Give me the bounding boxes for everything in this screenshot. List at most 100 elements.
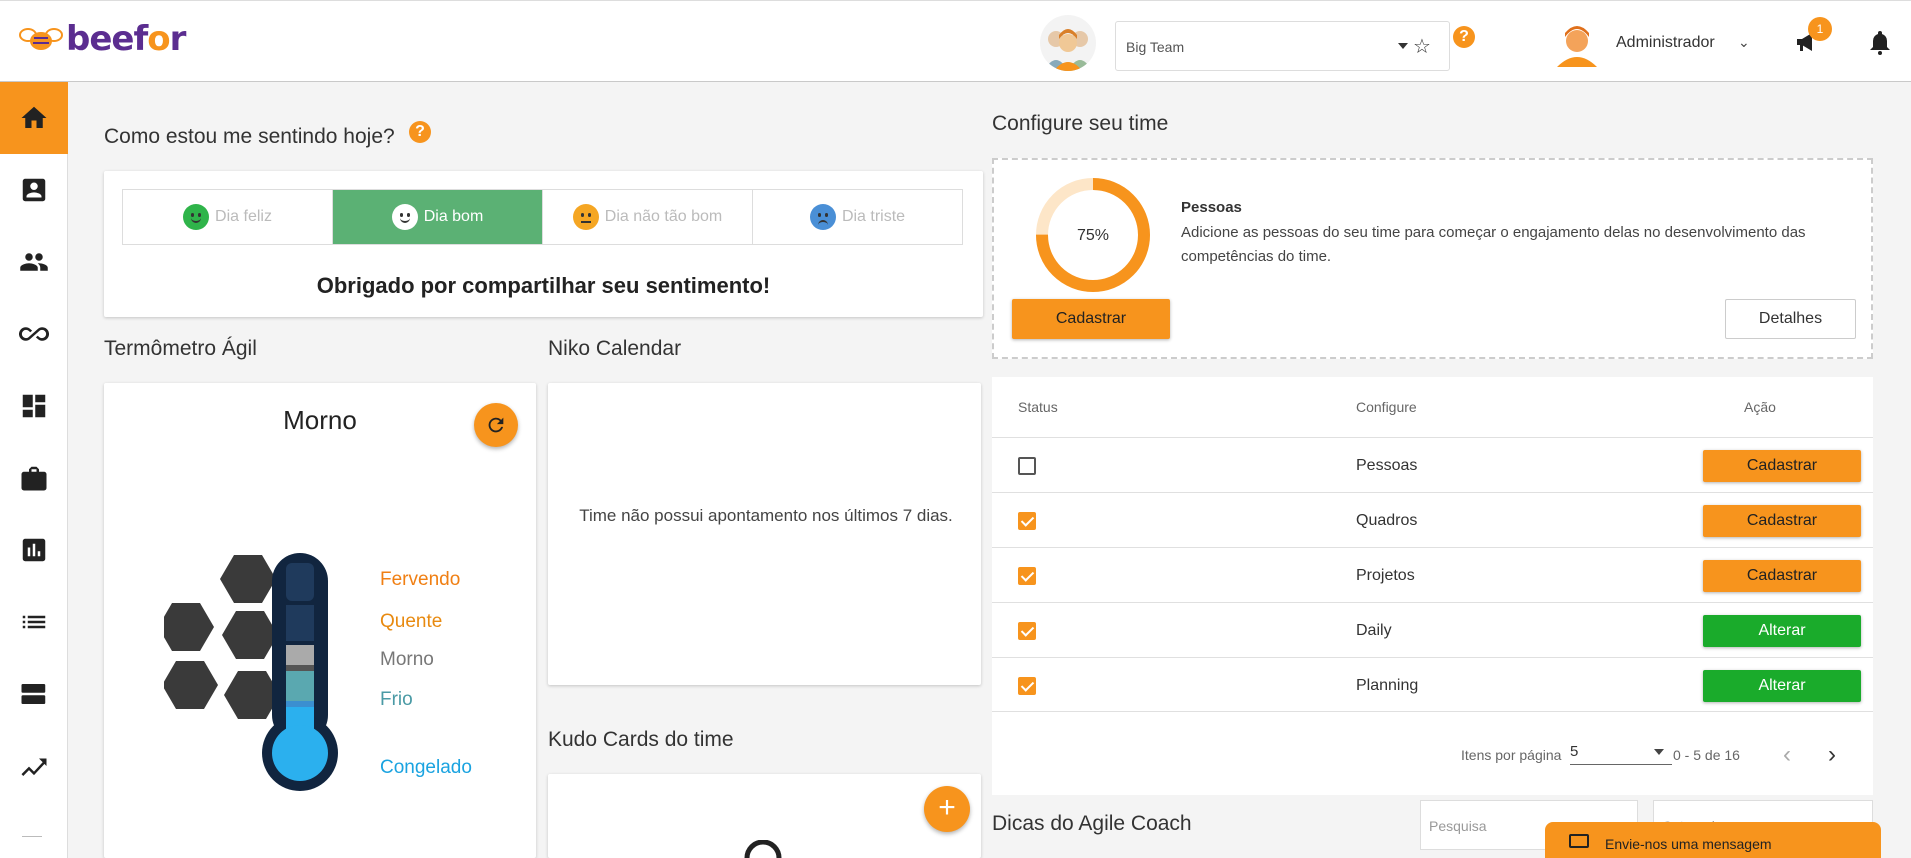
sidebar-item-list[interactable] — [0, 586, 68, 658]
status-checkbox[interactable] — [1018, 622, 1036, 640]
beefor-logo[interactable]: beefor — [18, 19, 186, 59]
sidebar-item-people[interactable] — [0, 226, 68, 298]
bee-icon — [19, 28, 63, 50]
mood-thanks-message: Obrigado por compartilhar seu sentimento… — [316, 273, 771, 298]
user-avatar[interactable] — [1555, 19, 1599, 67]
chat-label: Envie-nos uma mensagem — [1605, 836, 1772, 852]
next-page-icon[interactable]: › — [1828, 741, 1836, 769]
notification-badge: 1 — [1808, 17, 1832, 41]
thermometer-graphic — [164, 553, 338, 791]
brand-wordmark: beefor — [66, 19, 186, 59]
sidebar-item-trends[interactable] — [0, 730, 68, 802]
team-select-value: Big Team — [1126, 39, 1185, 55]
home-icon — [21, 106, 47, 128]
row-name: Projetos — [1356, 567, 1415, 584]
row-name: Pessoas — [1356, 457, 1418, 474]
items-per-page-value: 5 — [1570, 743, 1579, 760]
tips-title: Dicas do Agile Coach — [992, 812, 1192, 835]
mood-tab-good[interactable]: Dia bom — [333, 190, 543, 244]
row-action-button[interactable]: Cadastrar — [1703, 505, 1861, 537]
row-name: Quadros — [1356, 512, 1418, 529]
sidebar — [0, 82, 68, 858]
help-icon[interactable]: ? — [1453, 26, 1475, 48]
sidebar-item-projects[interactable] — [0, 442, 68, 514]
sidebar-item-reports[interactable] — [0, 514, 68, 586]
level-congelado: Congelado — [380, 757, 472, 778]
page-range: 0 - 5 de 16 — [1673, 747, 1740, 763]
previous-page-icon[interactable]: ‹ — [1783, 741, 1791, 769]
mood-tabs: Dia feliz Dia bom Dia não tão bom Dia tr… — [122, 189, 963, 245]
level-quente: Quente — [380, 611, 443, 632]
sad-face-icon — [809, 204, 836, 230]
row-action-button[interactable]: Alterar — [1703, 670, 1861, 702]
mood-tab-label: Dia bom — [423, 208, 484, 225]
table-row: Pessoas Cadastrar — [992, 437, 1873, 492]
user-name[interactable]: Administrador — [1616, 34, 1715, 52]
configure-box: 75% Pessoas Adicione as pessoas do seu t… — [992, 158, 1873, 359]
list-icon — [22, 615, 46, 629]
status-checkbox[interactable] — [1018, 567, 1036, 585]
briefcase-icon — [21, 466, 47, 491]
chevron-down-icon[interactable]: ⌄ — [1738, 34, 1750, 51]
cadastrar-button[interactable]: Cadastrar — [1012, 299, 1170, 339]
column-header: Ação — [1744, 399, 1776, 415]
thermometer-current: Morno — [283, 405, 357, 435]
sidebar-item-agenda[interactable] — [0, 658, 68, 730]
kudo-empty-graphic — [744, 840, 782, 858]
items-per-page-select[interactable]: 5 — [1570, 743, 1672, 765]
team-select[interactable]: Big Team ☆ — [1115, 21, 1450, 71]
table-row: Projetos Cadastrar — [992, 547, 1873, 602]
add-kudo-button[interactable]: + — [924, 786, 970, 832]
mood-card: Dia feliz Dia bom Dia não tão bom Dia tr… — [104, 171, 983, 317]
row-action-button[interactable]: Cadastrar — [1703, 450, 1861, 482]
sidebar-item-cycle[interactable] — [0, 298, 68, 370]
row-name: Daily — [1356, 622, 1392, 639]
status-checkbox[interactable] — [1018, 457, 1036, 475]
row-action-button[interactable]: Cadastrar — [1703, 560, 1861, 592]
chevron-down-icon[interactable] — [1398, 43, 1408, 49]
row-action-button[interactable]: Alterar — [1703, 615, 1861, 647]
kudo-card: + — [548, 774, 981, 858]
thermometer-card: Morno Fervendo Quente Morno Frio Congela… — [104, 383, 536, 858]
level-fervendo: Fervendo — [380, 569, 461, 590]
mood-tab-not-so-good[interactable]: Dia não tão bom — [543, 190, 753, 244]
top-bar: beefor Big Team ☆ ? Administrador ⌄ 1 — [0, 0, 1911, 82]
refresh-icon — [488, 417, 504, 433]
people-icon — [20, 253, 48, 271]
mood-tab-sad[interactable]: Dia triste — [753, 190, 962, 244]
envelope-icon — [1569, 834, 1589, 848]
help-icon[interactable]: ? — [409, 121, 431, 143]
view-agenda-icon — [21, 684, 46, 704]
table-row: Planning Alterar — [992, 657, 1873, 712]
bar-chart-icon — [22, 538, 46, 562]
mood-tab-label: Dia feliz — [215, 208, 272, 225]
configure-title: Configure seu time — [992, 112, 1169, 135]
column-header: Configure — [1356, 399, 1417, 415]
sidebar-item-dashboard[interactable] — [0, 370, 68, 442]
kudo-title: Kudo Cards do time — [548, 728, 734, 751]
status-checkbox[interactable] — [1018, 512, 1036, 530]
smile-face-icon — [391, 204, 418, 230]
happy-face-icon — [183, 204, 210, 230]
mood-tab-happy[interactable]: Dia feliz — [123, 190, 333, 244]
mood-title: Como estou me sentindo hoje? — [104, 125, 395, 148]
infinity-icon — [19, 327, 49, 341]
chat-widget[interactable]: Envie-nos uma mensagem — [1545, 822, 1881, 858]
sidebar-item-profile[interactable] — [0, 154, 68, 226]
bell-icon[interactable] — [1868, 29, 1892, 55]
team-avatar — [1040, 15, 1096, 71]
pessoas-title: Pessoas — [1181, 199, 1242, 216]
table-row: Daily Alterar — [992, 602, 1873, 657]
sidebar-item-home[interactable] — [0, 82, 68, 154]
level-frio: Frio — [380, 689, 413, 710]
level-morno: Morno — [380, 649, 434, 670]
table-row: Quadros Cadastrar — [992, 492, 1873, 547]
star-icon[interactable]: ☆ — [1413, 34, 1431, 59]
refresh-button[interactable] — [474, 403, 518, 447]
sidebar-divider — [22, 836, 42, 837]
status-checkbox[interactable] — [1018, 677, 1036, 695]
detalhes-button[interactable]: Detalhes — [1725, 299, 1856, 339]
mood-tab-label: Dia não tão bom — [604, 208, 723, 225]
trending-icon — [21, 758, 47, 776]
niko-message: Time não possui apontamento nos últimos … — [579, 506, 953, 525]
